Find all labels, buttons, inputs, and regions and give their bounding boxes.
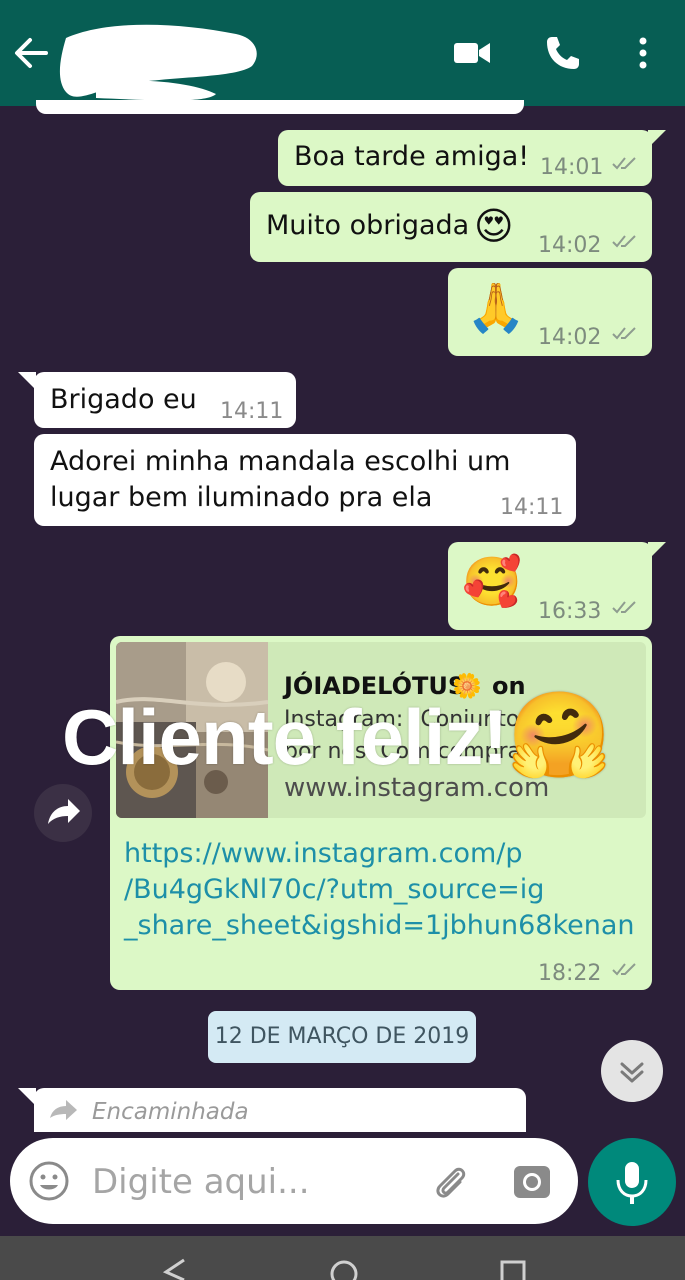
nav-recents-icon[interactable] bbox=[498, 1258, 528, 1280]
camera-icon[interactable] bbox=[510, 1160, 554, 1204]
message-text-line: Adorei minha mandala escolhi um bbox=[50, 446, 511, 477]
message-time: 14:11 bbox=[500, 495, 564, 520]
video-call-icon[interactable] bbox=[450, 31, 494, 75]
read-receipt-icon bbox=[612, 235, 636, 248]
date-separator: 12 DE MARÇO DE 2019 bbox=[208, 1011, 476, 1063]
message-outgoing[interactable]: 🥰 16:33 bbox=[448, 542, 652, 630]
read-receipt-icon bbox=[612, 157, 636, 170]
message-text-line: lugar bem iluminado pra ela bbox=[50, 482, 433, 513]
double-chevron-down-icon bbox=[620, 1062, 644, 1083]
phone-call-icon[interactable] bbox=[541, 31, 585, 75]
system-navigation-bar bbox=[0, 1236, 685, 1280]
message-text: Muito obrigada bbox=[266, 210, 470, 241]
bubble-tail bbox=[648, 130, 666, 148]
read-receipt-icon bbox=[612, 327, 636, 340]
chat-header bbox=[0, 0, 685, 106]
message-outgoing[interactable]: Muito obrigada 😍 14:02 bbox=[250, 192, 652, 262]
message-link-line[interactable]: https://www.instagram.com/p bbox=[124, 836, 523, 872]
message-time: 14:01 bbox=[540, 155, 604, 180]
nav-home-icon[interactable] bbox=[328, 1258, 360, 1280]
emoji-icon[interactable] bbox=[28, 1160, 70, 1202]
message-incoming[interactable]: Brigado eu 14:11 bbox=[34, 372, 296, 428]
smiling-face-hearts-emoji-icon: 🥰 bbox=[462, 554, 522, 610]
message-incoming-forwarded[interactable]: Encaminhada bbox=[34, 1088, 526, 1132]
message-outgoing[interactable]: 🙏 14:02 bbox=[448, 268, 652, 356]
overlay-caption: Cliente feliz!🤗 bbox=[62, 686, 612, 785]
microphone-icon bbox=[616, 1162, 648, 1204]
message-text: Boa tarde amiga! bbox=[294, 141, 530, 172]
message-link-line[interactable]: _share_sheet&igshid=1jbhun68kenan bbox=[124, 908, 635, 944]
forwarded-label: Encaminhada bbox=[92, 1099, 249, 1125]
nav-back-icon[interactable] bbox=[160, 1258, 190, 1280]
message-link-line[interactable]: /Bu4gGkNl70c/?utm_source=ig bbox=[124, 872, 544, 908]
forwarded-arrow-icon bbox=[50, 1100, 77, 1120]
message-incoming[interactable]: Adorei minha mandala escolhi um lugar be… bbox=[34, 434, 576, 526]
back-arrow-icon[interactable] bbox=[10, 32, 52, 74]
read-receipt-icon bbox=[612, 963, 636, 976]
voice-message-button[interactable] bbox=[588, 1138, 676, 1226]
more-options-icon[interactable] bbox=[621, 31, 665, 75]
scroll-to-bottom-button[interactable] bbox=[601, 1040, 663, 1102]
message-outgoing[interactable]: Boa tarde amiga! 14:01 bbox=[278, 130, 652, 186]
bubble-tail bbox=[648, 542, 666, 560]
message-time: 14:11 bbox=[220, 399, 284, 424]
overlay-caption-text: Cliente feliz! bbox=[62, 693, 508, 781]
previous-message-edge bbox=[36, 100, 524, 114]
attach-clip-icon[interactable] bbox=[428, 1160, 472, 1204]
message-time: 14:02 bbox=[538, 325, 602, 350]
message-time: 16:33 bbox=[538, 599, 602, 624]
message-time: 14:02 bbox=[538, 233, 602, 258]
praying-hands-emoji-icon: 🙏 bbox=[466, 280, 526, 336]
forward-arrow-icon bbox=[48, 799, 80, 824]
contact-name-redaction[interactable] bbox=[56, 14, 266, 100]
forward-button[interactable] bbox=[34, 784, 92, 842]
message-text: Brigado eu bbox=[50, 384, 197, 415]
read-receipt-icon bbox=[612, 601, 636, 614]
heart-eyes-emoji-icon: 😍 bbox=[474, 204, 514, 248]
message-input[interactable]: Digite aqui... bbox=[92, 1162, 310, 1202]
message-time: 18:22 bbox=[538, 961, 602, 986]
hugging-face-emoji-icon: 🤗 bbox=[507, 688, 612, 782]
